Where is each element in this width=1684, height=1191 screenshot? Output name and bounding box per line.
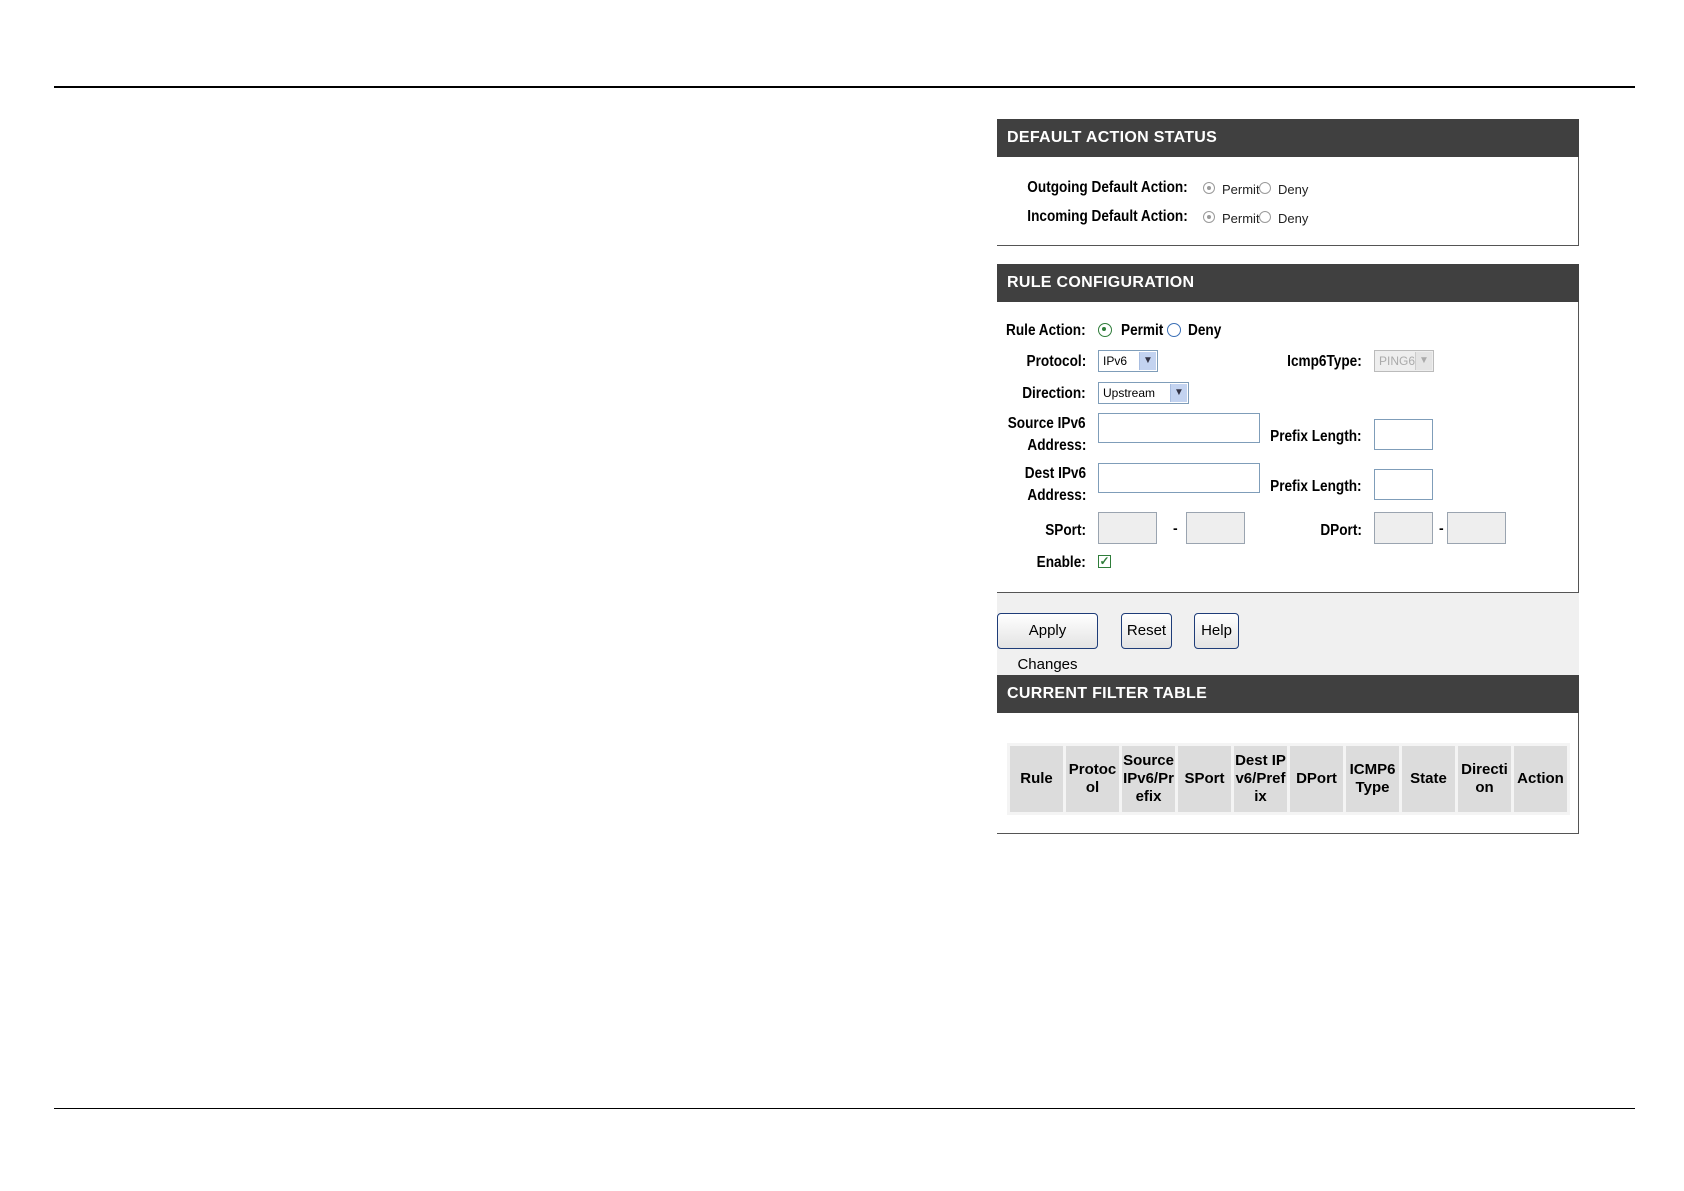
source-ipv6-label-line2: Address: xyxy=(1027,437,1086,454)
dest-ipv6-label-line2: Address: xyxy=(1027,487,1086,504)
incoming-deny-label: Deny xyxy=(1278,211,1309,226)
column-header-protocol: Protocol xyxy=(1066,746,1119,812)
dest-ipv6-label-line1: Dest IPv6 xyxy=(1024,465,1086,482)
rule-action-permit-label: Permit xyxy=(1121,322,1164,339)
enable-checkbox[interactable]: ✓ xyxy=(1098,555,1111,568)
column-header-action: Action xyxy=(1514,746,1567,812)
column-header-dport: DPort xyxy=(1290,746,1343,812)
column-header-rule: Rule xyxy=(1010,746,1063,812)
column-header-icmp6type: ICMP6Type xyxy=(1346,746,1399,812)
apply-changes-button[interactable]: Apply Changes xyxy=(997,613,1098,673)
dport-start-input[interactable] xyxy=(1374,512,1433,544)
rule-configuration-header: RULE CONFIGURATION xyxy=(997,264,1579,302)
incoming-default-action-label: Incoming Default Action: xyxy=(1027,208,1188,225)
help-button[interactable]: Help xyxy=(1194,613,1239,649)
dport-end-input[interactable] xyxy=(1447,512,1506,544)
rule-configuration-body: Rule Action: Permit Deny Protocol: IPv6 … xyxy=(997,302,1579,593)
dest-prefix-length-input[interactable] xyxy=(1374,469,1433,500)
sport-start-input[interactable] xyxy=(1098,512,1157,544)
column-header-direction: Direction xyxy=(1458,746,1511,812)
rule-action-deny-radio[interactable] xyxy=(1167,323,1181,337)
column-header-dest-ipv6-prefix: Dest IPv6/Prefix xyxy=(1234,746,1287,812)
current-filter-table-body: Rule Protocol Source IPv6/Prefix SPort D… xyxy=(997,713,1579,834)
outgoing-default-action-label: Outgoing Default Action: xyxy=(1027,179,1188,196)
default-action-status-body: Outgoing Default Action: Permit Deny Inc… xyxy=(997,157,1579,246)
source-prefix-length-input[interactable] xyxy=(1374,419,1433,450)
firewall-panel: DEFAULT ACTION STATUS Outgoing Default A… xyxy=(997,119,1579,834)
incoming-permit-label: Permit xyxy=(1222,211,1260,226)
sport-end-input[interactable] xyxy=(1186,512,1245,544)
incoming-permit-radio[interactable] xyxy=(1203,211,1215,223)
sport-label: SPort: xyxy=(1045,522,1086,539)
dest-ipv6-address-input[interactable] xyxy=(1098,463,1260,493)
icmp6type-select-value: PING6 xyxy=(1379,354,1416,368)
default-action-status-header: DEFAULT ACTION STATUS xyxy=(997,119,1579,157)
direction-select[interactable]: Upstream ▼ xyxy=(1098,382,1189,404)
source-ipv6-address-input[interactable] xyxy=(1098,413,1260,443)
dport-range-dash: - xyxy=(1439,520,1444,536)
column-header-sport: SPort xyxy=(1178,746,1231,812)
direction-select-value: Upstream xyxy=(1103,386,1156,400)
reset-button[interactable]: Reset xyxy=(1121,613,1172,649)
outgoing-permit-label: Permit xyxy=(1222,182,1260,197)
incoming-deny-radio[interactable] xyxy=(1259,211,1271,223)
dport-label: DPort: xyxy=(1320,522,1362,539)
top-divider xyxy=(54,86,1635,88)
outgoing-deny-label: Deny xyxy=(1278,182,1309,197)
button-bar: Apply Changes Reset Help xyxy=(997,593,1579,675)
direction-label: Direction: xyxy=(1022,385,1086,402)
bottom-divider xyxy=(54,1108,1635,1109)
current-filter-table-header: CURRENT FILTER TABLE xyxy=(997,675,1579,713)
protocol-select[interactable]: IPv6 ▼ xyxy=(1098,350,1158,372)
source-prefix-length-label: Prefix Length: xyxy=(1270,428,1362,445)
protocol-select-value: IPv6 xyxy=(1103,354,1128,368)
outgoing-permit-radio[interactable] xyxy=(1203,182,1215,194)
icmp6type-select[interactable]: PING6 ▼ xyxy=(1374,350,1434,372)
dest-prefix-length-label: Prefix Length: xyxy=(1270,478,1362,495)
rule-action-deny-label: Deny xyxy=(1188,322,1222,339)
filter-table-header-row: Rule Protocol Source IPv6/Prefix SPort D… xyxy=(1010,746,1567,812)
rule-action-label: Rule Action: xyxy=(1006,322,1086,339)
icmp6type-label: Icmp6Type: xyxy=(1287,353,1362,370)
source-ipv6-label-line1: Source IPv6 xyxy=(1008,415,1086,432)
outgoing-deny-radio[interactable] xyxy=(1259,182,1271,194)
enable-label: Enable: xyxy=(1036,554,1086,571)
rule-action-permit-radio[interactable] xyxy=(1098,323,1112,337)
protocol-label: Protocol: xyxy=(1026,353,1086,370)
sport-range-dash: - xyxy=(1173,520,1178,536)
filter-table: Rule Protocol Source IPv6/Prefix SPort D… xyxy=(1007,743,1570,815)
column-header-state: State xyxy=(1402,746,1455,812)
chevron-down-icon: ▼ xyxy=(1170,384,1187,402)
chevron-down-icon: ▼ xyxy=(1139,352,1156,370)
chevron-down-icon: ▼ xyxy=(1415,352,1432,370)
column-header-source-ipv6-prefix: Source IPv6/Prefix xyxy=(1122,746,1175,812)
